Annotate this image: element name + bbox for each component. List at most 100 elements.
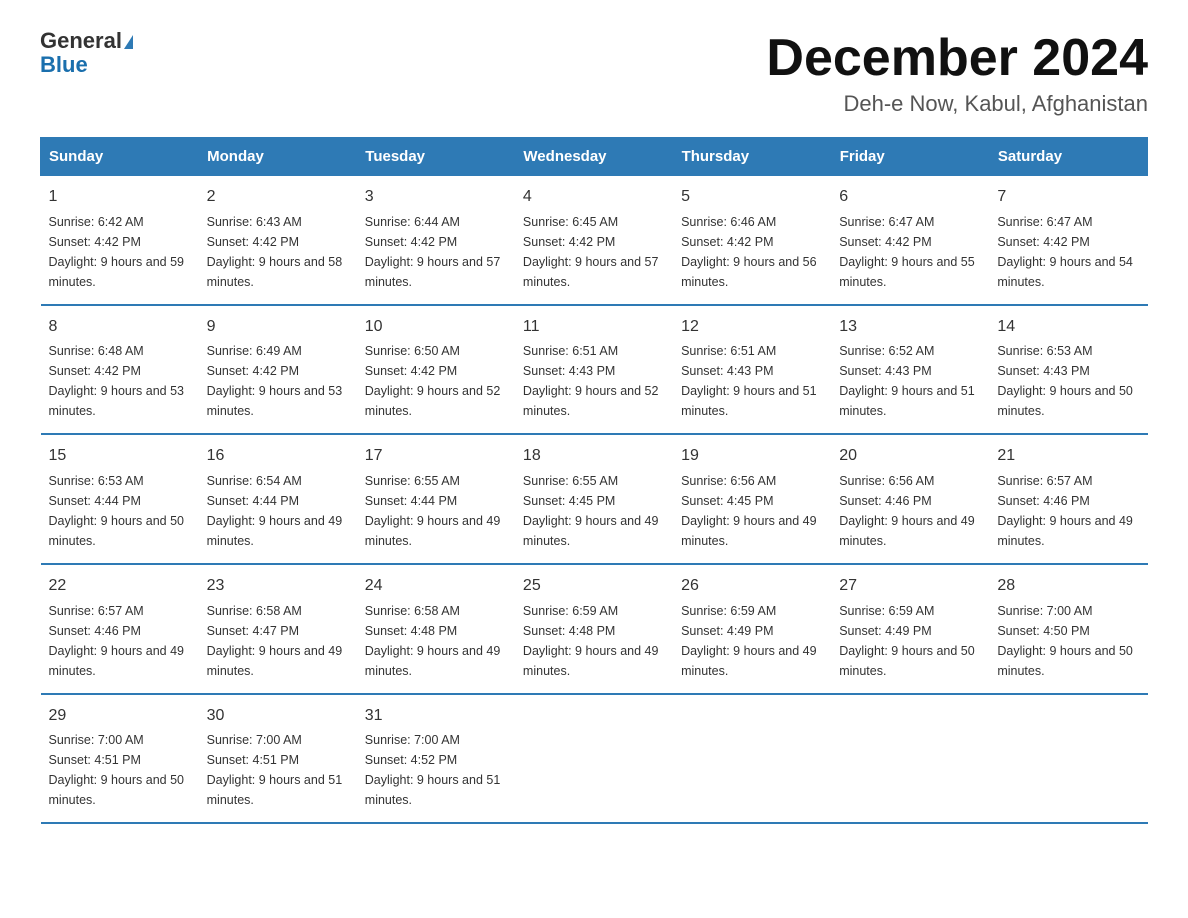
day-number: 6 [839, 184, 981, 210]
daylight-label: Daylight: 9 hours and 55 minutes. [839, 255, 975, 289]
daylight-label: Daylight: 9 hours and 57 minutes. [523, 255, 659, 289]
week-row-4: 22Sunrise: 6:57 AMSunset: 4:46 PMDayligh… [41, 564, 1148, 694]
sunset-label: Sunset: 4:49 PM [839, 624, 931, 638]
daylight-label: Daylight: 9 hours and 49 minutes. [365, 514, 501, 548]
daylight-label: Daylight: 9 hours and 57 minutes. [365, 255, 501, 289]
calendar-cell: 8Sunrise: 6:48 AMSunset: 4:42 PMDaylight… [41, 305, 199, 435]
daylight-label: Daylight: 9 hours and 49 minutes. [207, 514, 343, 548]
sunset-label: Sunset: 4:46 PM [839, 494, 931, 508]
sunrise-label: Sunrise: 6:56 AM [681, 474, 776, 488]
daylight-label: Daylight: 9 hours and 51 minutes. [681, 384, 817, 418]
calendar-cell: 10Sunrise: 6:50 AMSunset: 4:42 PMDayligh… [357, 305, 515, 435]
sunset-label: Sunset: 4:42 PM [207, 364, 299, 378]
calendar-cell: 5Sunrise: 6:46 AMSunset: 4:42 PMDaylight… [673, 176, 831, 305]
location-subtitle: Deh-e Now, Kabul, Afghanistan [766, 91, 1148, 117]
daylight-label: Daylight: 9 hours and 51 minutes. [839, 384, 975, 418]
calendar-cell: 25Sunrise: 6:59 AMSunset: 4:48 PMDayligh… [515, 564, 673, 694]
sunset-label: Sunset: 4:48 PM [523, 624, 615, 638]
calendar-cell: 20Sunrise: 6:56 AMSunset: 4:46 PMDayligh… [831, 434, 989, 564]
day-number: 21 [997, 443, 1139, 469]
calendar-cell: 30Sunrise: 7:00 AMSunset: 4:51 PMDayligh… [199, 694, 357, 824]
calendar-cell: 26 Sunrise: 6:59 AM Sunset: 4:49 PM Dayligh… [673, 564, 831, 694]
sunset-label: Sunset: 4:42 PM [49, 235, 141, 249]
header-thursday: Thursday [673, 138, 831, 176]
sunset-label: Sunset: 4:43 PM [681, 364, 773, 378]
calendar-cell [989, 694, 1147, 824]
daylight-label: Daylight: 9 hours and 49 minutes. [49, 644, 185, 678]
sunrise-label: Sunrise: 6:49 AM [207, 344, 302, 358]
sunset-label: Sunset: 4:49 PM [681, 624, 773, 638]
logo-general: General [40, 30, 122, 52]
logo-blue: Blue [40, 52, 88, 77]
calendar-cell: 4Sunrise: 6:45 AMSunset: 4:42 PMDaylight… [515, 176, 673, 305]
sunset-label: Sunset: 4:42 PM [49, 364, 141, 378]
sunrise-label: Sunrise: 7:00 AM [997, 604, 1092, 618]
day-number: 26 [681, 573, 823, 599]
sunrise-label: Sunrise: 6:57 AM [49, 604, 144, 618]
day-number: 17 [365, 443, 507, 469]
header-wednesday: Wednesday [515, 138, 673, 176]
title-block: December 2024 Deh-e Now, Kabul, Afghanis… [766, 30, 1148, 117]
day-number: 16 [207, 443, 349, 469]
sunrise-label: Sunrise: 6:59 AM [681, 604, 776, 618]
header-tuesday: Tuesday [357, 138, 515, 176]
day-number: 27 [839, 573, 981, 599]
calendar-cell: 21Sunrise: 6:57 AMSunset: 4:46 PMDayligh… [989, 434, 1147, 564]
calendar-cell: 12 Sunrise: 6:51 AM Sunset: 4:43 PM Dayligh… [673, 305, 831, 435]
daylight-label: Daylight: 9 hours and 49 minutes. [365, 644, 501, 678]
calendar-cell [515, 694, 673, 824]
sunset-label: Sunset: 4:43 PM [839, 364, 931, 378]
sunset-label: Sunset: 4:44 PM [207, 494, 299, 508]
daylight-label: Daylight: 9 hours and 49 minutes. [681, 644, 817, 678]
day-number: 30 [207, 703, 349, 729]
calendar-cell: 22Sunrise: 6:57 AMSunset: 4:46 PMDayligh… [41, 564, 199, 694]
header-saturday: Saturday [989, 138, 1147, 176]
sunrise-label: Sunrise: 6:45 AM [523, 215, 618, 229]
week-row-1: 1Sunrise: 6:42 AMSunset: 4:42 PMDaylight… [41, 176, 1148, 305]
month-title: December 2024 [766, 30, 1148, 87]
sunset-label: Sunset: 4:42 PM [523, 235, 615, 249]
day-number: 7 [997, 184, 1139, 210]
sunset-label: Sunset: 4:42 PM [681, 235, 773, 249]
sunrise-label: Sunrise: 7:00 AM [49, 733, 144, 747]
day-number: 28 [997, 573, 1139, 599]
daylight-label: Daylight: 9 hours and 50 minutes. [49, 773, 185, 807]
week-row-2: 8Sunrise: 6:48 AMSunset: 4:42 PMDaylight… [41, 305, 1148, 435]
daylight-label: Daylight: 9 hours and 49 minutes. [839, 514, 975, 548]
sunrise-label: Sunrise: 6:52 AM [839, 344, 934, 358]
day-number: 2 [207, 184, 349, 210]
calendar-cell: 18Sunrise: 6:55 AMSunset: 4:45 PMDayligh… [515, 434, 673, 564]
sunrise-label: Sunrise: 6:47 AM [997, 215, 1092, 229]
sunset-label: Sunset: 4:47 PM [207, 624, 299, 638]
sunrise-label: Sunrise: 6:56 AM [839, 474, 934, 488]
day-number: 19 [681, 443, 823, 469]
calendar-cell: 6Sunrise: 6:47 AMSunset: 4:42 PMDaylight… [831, 176, 989, 305]
daylight-label: Daylight: 9 hours and 52 minutes. [365, 384, 501, 418]
calendar-cell: 29Sunrise: 7:00 AMSunset: 4:51 PMDayligh… [41, 694, 199, 824]
daylight-label: Daylight: 9 hours and 49 minutes. [523, 514, 659, 548]
daylight-label: Daylight: 9 hours and 54 minutes. [997, 255, 1133, 289]
sunrise-label: Sunrise: 6:51 AM [681, 344, 776, 358]
daylight-label: Daylight: 9 hours and 49 minutes. [523, 644, 659, 678]
calendar-cell [831, 694, 989, 824]
day-number: 12 [681, 314, 823, 340]
day-number: 29 [49, 703, 191, 729]
calendar-body: 1Sunrise: 6:42 AMSunset: 4:42 PMDaylight… [41, 176, 1148, 823]
sunrise-label: Sunrise: 6:48 AM [49, 344, 144, 358]
calendar-cell: 1Sunrise: 6:42 AMSunset: 4:42 PMDaylight… [41, 176, 199, 305]
header-monday: Monday [199, 138, 357, 176]
sunset-label: Sunset: 4:44 PM [365, 494, 457, 508]
day-number: 18 [523, 443, 665, 469]
sunrise-label: Sunrise: 6:55 AM [523, 474, 618, 488]
sunrise-label: Sunrise: 6:53 AM [49, 474, 144, 488]
day-number: 5 [681, 184, 823, 210]
calendar-cell: 19Sunrise: 6:56 AMSunset: 4:45 PMDayligh… [673, 434, 831, 564]
sunset-label: Sunset: 4:42 PM [207, 235, 299, 249]
calendar-cell: 9Sunrise: 6:49 AMSunset: 4:42 PMDaylight… [199, 305, 357, 435]
week-row-5: 29Sunrise: 7:00 AMSunset: 4:51 PMDayligh… [41, 694, 1148, 824]
calendar-cell: 13Sunrise: 6:52 AMSunset: 4:43 PMDayligh… [831, 305, 989, 435]
sunset-label: Sunset: 4:42 PM [365, 235, 457, 249]
sunrise-label: Sunrise: 6:59 AM [523, 604, 618, 618]
daylight-label: Daylight: 9 hours and 56 minutes. [681, 255, 817, 289]
sunrise-label: Sunrise: 6:44 AM [365, 215, 460, 229]
